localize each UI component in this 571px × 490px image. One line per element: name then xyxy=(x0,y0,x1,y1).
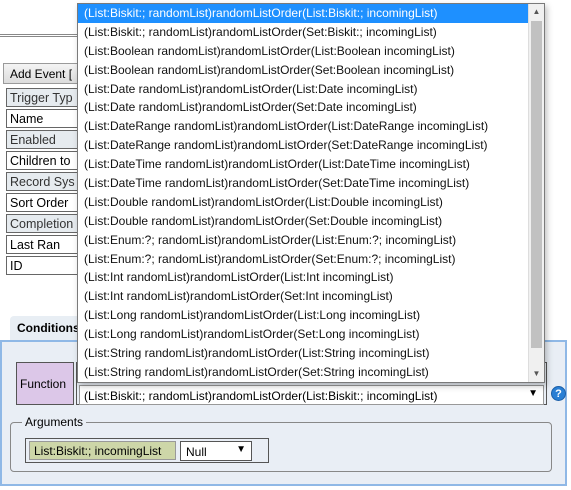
argument-value: Null xyxy=(186,445,207,459)
dropdown-option[interactable]: (List:Biskit:; randomList)randomListOrde… xyxy=(78,4,530,23)
property-label: Children to xyxy=(6,151,80,170)
dropdown-option[interactable]: (List:Double randomList)randomListOrder(… xyxy=(78,193,530,212)
tab-conditions[interactable]: Conditions xyxy=(10,316,80,340)
chevron-down-icon: ▼ xyxy=(528,388,538,399)
dropdown-option[interactable]: (List:Long randomList)randomListOrder(Li… xyxy=(78,306,530,325)
dropdown-option[interactable]: (List:Date randomList)randomListOrder(Li… xyxy=(78,80,530,99)
dropdown-option[interactable]: (List:Long randomList)randomListOrder(Se… xyxy=(78,325,530,344)
add-event-button[interactable]: Add Event [ xyxy=(3,63,83,84)
help-icon[interactable]: ? xyxy=(551,386,566,401)
property-label: Record Sys xyxy=(6,172,80,191)
dropdown-option[interactable]: (List:DateRange randomList)randomListOrd… xyxy=(78,117,530,136)
dropdown-option[interactable]: (List:String randomList)randomListOrder(… xyxy=(78,363,530,382)
dropdown-option[interactable]: (List:Enum:?; randomList)randomListOrder… xyxy=(78,250,530,269)
dropdown-option[interactable]: (List:Int randomList)randomListOrder(Set… xyxy=(78,287,530,306)
divider xyxy=(0,34,80,37)
function-dropdown-list[interactable]: (List:Biskit:; randomList)randomListOrde… xyxy=(77,3,545,383)
dropdown-option[interactable]: (List:Boolean randomList)randomListOrder… xyxy=(78,42,530,61)
scroll-down-icon[interactable]: ▼ xyxy=(529,366,544,382)
dropdown-option[interactable]: (List:DateTime randomList)randomListOrde… xyxy=(78,174,530,193)
dropdown-option[interactable]: (List:DateTime randomList)randomListOrde… xyxy=(78,155,530,174)
arguments-legend: Arguments xyxy=(22,415,87,429)
property-label: Sort Order xyxy=(6,193,80,212)
property-label: Trigger Typ xyxy=(6,88,80,107)
property-label: ID xyxy=(6,256,80,275)
property-label: Enabled xyxy=(6,130,80,149)
scroll-thumb[interactable] xyxy=(531,21,542,348)
dropdown-option[interactable]: (List:DateRange randomList)randomListOrd… xyxy=(78,136,530,155)
dropdown-option[interactable]: (List:Date randomList)randomListOrder(Se… xyxy=(78,98,530,117)
dropdown-option[interactable]: (List:Enum:?; randomList)randomListOrder… xyxy=(78,231,530,250)
dropdown-option[interactable]: (List:Boolean randomList)randomListOrder… xyxy=(78,61,530,80)
chevron-down-icon: ▼ xyxy=(236,444,246,455)
dropdown-option[interactable]: (List:Int randomList)randomListOrder(Lis… xyxy=(78,268,530,287)
scroll-up-icon[interactable]: ▲ xyxy=(529,4,544,20)
property-label: Completion xyxy=(6,214,80,233)
function-select-value: (List:Biskit:; randomList)randomListOrde… xyxy=(84,389,438,403)
dropdown-options: (List:Biskit:; randomList)randomListOrde… xyxy=(78,4,530,382)
properties-list: Trigger Typ Name Enabled Children to Record … xyxy=(6,88,80,277)
scrollbar[interactable]: ▲ ▼ xyxy=(528,4,544,382)
function-label: Function xyxy=(16,362,74,405)
property-label: Last Ran xyxy=(6,235,80,254)
dropdown-option[interactable]: (List:Biskit:; randomList)randomListOrde… xyxy=(78,23,530,42)
dropdown-option[interactable]: (List:String randomList)randomListOrder(… xyxy=(78,344,530,363)
argument-label: List:Biskit:; incomingList xyxy=(29,441,176,460)
property-label: Name xyxy=(6,109,80,128)
function-select[interactable]: (List:Biskit:; randomList)randomListOrde… xyxy=(79,385,544,405)
dropdown-option[interactable]: (List:Double randomList)randomListOrder(… xyxy=(78,212,530,231)
argument-value-select[interactable]: Null ▼ xyxy=(180,441,252,461)
